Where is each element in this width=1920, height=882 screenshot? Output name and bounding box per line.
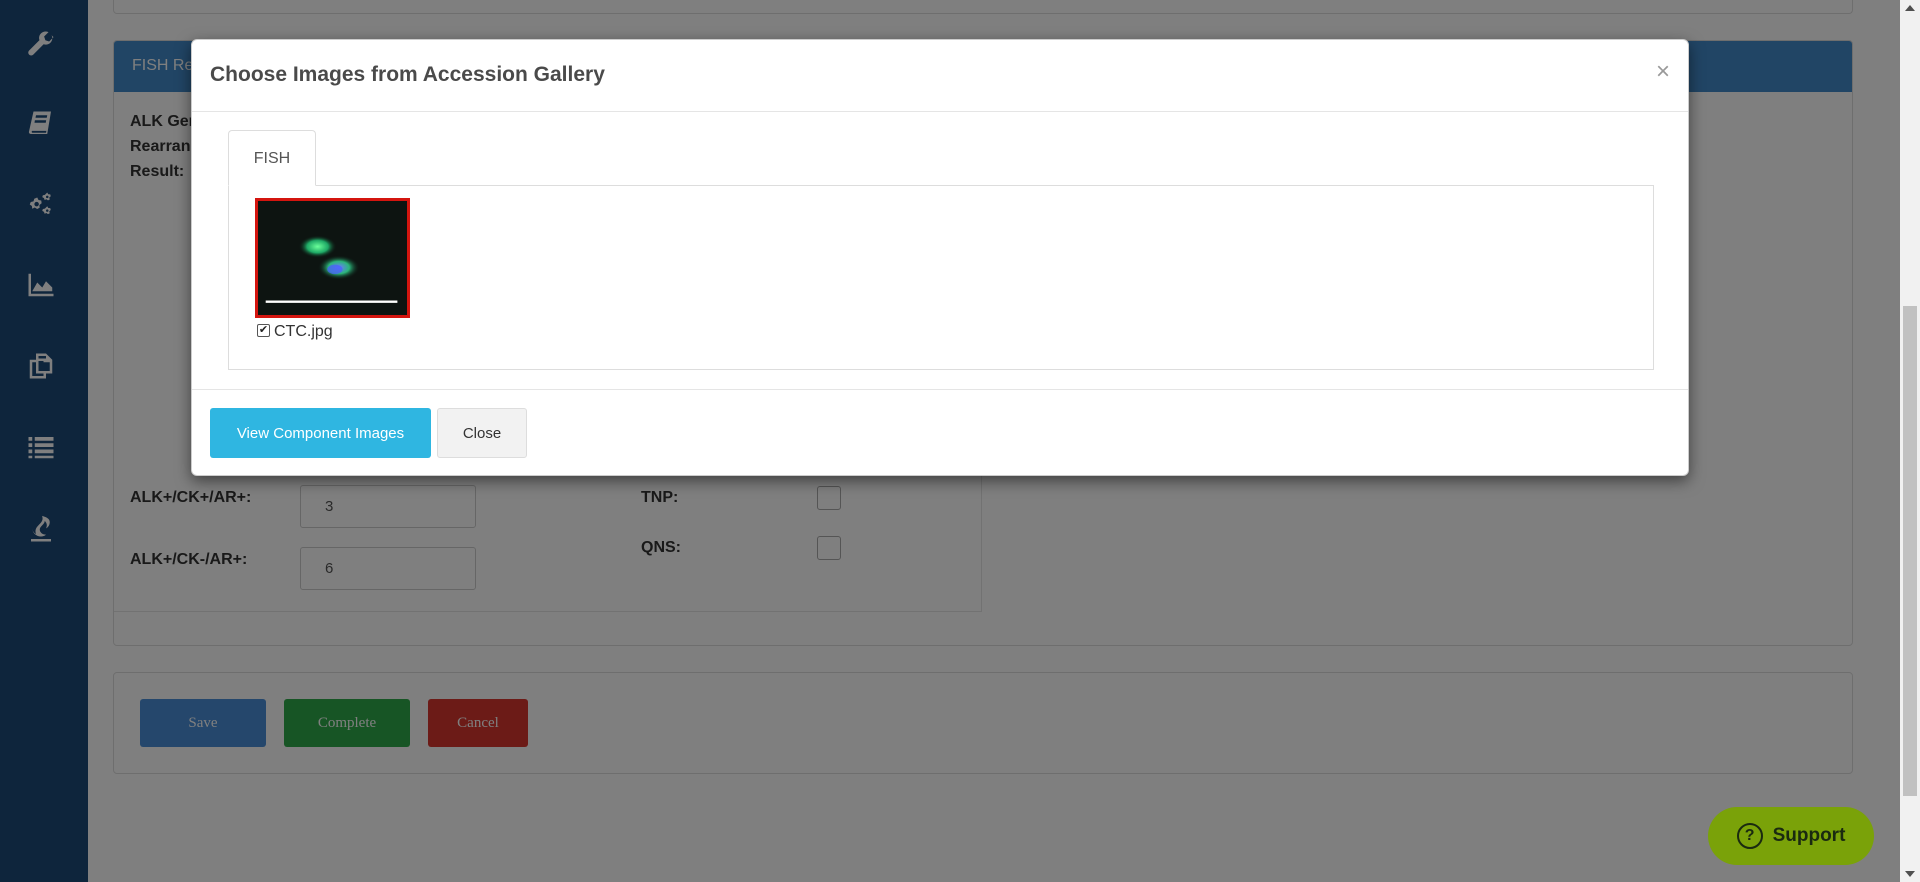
fluorescent-cells-image	[258, 201, 407, 315]
page-scrollbar[interactable]	[1900, 0, 1920, 882]
scroll-up-arrow[interactable]	[1905, 5, 1915, 11]
modal-body: FISH ✔ CTC.jpg	[192, 113, 1688, 389]
scroll-down-arrow[interactable]	[1905, 871, 1915, 877]
view-component-images-button[interactable]: View Component Images	[210, 408, 431, 458]
support-button[interactable]: ? Support	[1708, 807, 1874, 865]
modal-footer: View Component Images Close	[192, 389, 1688, 476]
tab-content-fish: ✔ CTC.jpg	[228, 185, 1654, 370]
support-label: Support	[1772, 825, 1846, 846]
accession-gallery-modal: Choose Images from Accession Gallery × F…	[191, 39, 1689, 476]
image-filename: CTC.jpg	[274, 323, 333, 340]
image-checkbox[interactable]: ✔	[257, 324, 270, 337]
image-thumbnail[interactable]	[255, 198, 410, 318]
tab-fish[interactable]: FISH	[228, 130, 316, 186]
modal-title: Choose Images from Accession Gallery	[210, 63, 605, 86]
close-button[interactable]: Close	[437, 408, 527, 458]
scroll-thumb[interactable]	[1903, 306, 1917, 796]
question-icon: ?	[1736, 823, 1763, 849]
close-icon[interactable]: ×	[1656, 58, 1670, 86]
modal-header: Choose Images from Accession Gallery ×	[192, 40, 1688, 112]
